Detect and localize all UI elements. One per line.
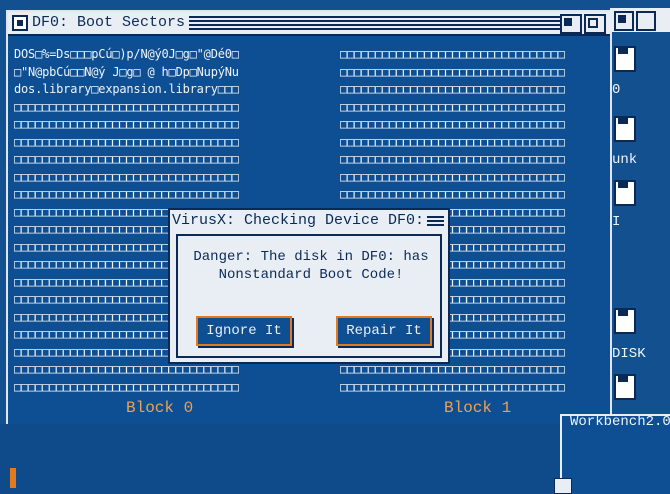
message-line-2: Nonstandard Boot Code! — [218, 267, 404, 283]
block-0-line: □□□□□□□□□□□□□□□□□□□□□□□□□□□□□□□□ — [14, 169, 239, 184]
screen-marker — [10, 468, 16, 488]
block-0-line: □□□□□□□□□□□□□□□□□□□□□□□□□□□□□□□□ — [14, 379, 239, 394]
block-1-line: □□□□□□□□□□□□□□□□□□□□□□□□□□□□□□□□ — [340, 187, 565, 201]
block-1-line: □□□□□□□□□□□□□□□□□□□□□□□□□□□□□□□□ — [340, 169, 565, 184]
block-0-line: □"N@pbCú□□N@ý J□g□ @ h□Dp□NupýNu — [14, 64, 239, 79]
ignore-button[interactable]: Ignore It — [196, 316, 292, 346]
workbench-titlebar — [610, 8, 670, 32]
workbench-zoom-gadget-icon[interactable] — [614, 11, 634, 31]
block-1-line: □□□□□□□□□□□□□□□□□□□□□□□□□□□□□□□□ — [340, 82, 565, 96]
titlebar-stripes — [186, 16, 560, 30]
block-0-line: DOS□%=Ds□□□pCú□)p/N@ý0J□g□"@Dé0□ — [14, 47, 239, 61]
block-1-line: □□□□□□□□□□□□□□□□□□□□□□□□□□□□□□□□ — [340, 99, 565, 114]
block-1-line: □□□□□□□□□□□□□□□□□□□□□□□□□□□□□□□□ — [340, 379, 565, 394]
block-0-line: □□□□□□□□□□□□□□□□□□□□□□□□□□□□□□□□ — [14, 134, 239, 149]
block-1-line: □□□□□□□□□□□□□□□□□□□□□□□□□□□□□□□□ — [340, 117, 565, 131]
block-0-line: dos.library□expansion.library□□□ — [14, 82, 239, 96]
requester-message: Danger: The disk in DF0: has Nonstandard… — [188, 248, 434, 284]
requester-body: Danger: The disk in DF0: has Nonstandard… — [176, 234, 442, 358]
disk-icon-3[interactable] — [614, 308, 636, 334]
virusx-requester: VirusX: Checking Device DF0: Danger: The… — [168, 208, 450, 364]
block-0-line: □□□□□□□□□□□□□□□□□□□□□□□□□□□□□□□□ — [14, 117, 239, 131]
disk-icon-2[interactable] — [614, 180, 636, 206]
block-1-line: □□□□□□□□□□□□□□□□□□□□□□□□□□□□□□□□ — [340, 64, 565, 79]
block-0-line: □□□□□□□□□□□□□□□□□□□□□□□□□□□□□□□□ — [14, 187, 239, 201]
disk-icon[interactable] — [614, 46, 636, 72]
block-1-line: □□□□□□□□□□□□□□□□□□□□□□□□□□□□□□□□ — [340, 47, 565, 61]
block-0-line: □□□□□□□□□□□□□□□□□□□□□□□□□□□□□□□□ — [14, 99, 239, 114]
requester-title: VirusX: Checking Device DF0: — [172, 212, 428, 229]
block-1-line: □□□□□□□□□□□□□□□□□□□□□□□□□□□□□□□□ — [340, 152, 565, 166]
workbench2-title: Workbench2.0 — [570, 414, 670, 430]
icon-label-unk: unk — [612, 152, 638, 168]
block-0-label: Block 0 — [126, 399, 194, 417]
message-line-1: Danger: The disk in DF0: has — [193, 249, 429, 265]
icon-label-0: 0 — [612, 82, 621, 98]
close-gadget-icon[interactable] — [12, 15, 28, 31]
depth-gadget-icon[interactable] — [584, 14, 606, 34]
icon-label-disk: DISK — [612, 346, 646, 362]
window-titlebar[interactable]: DF0: Boot Sectors — [8, 12, 610, 36]
icon-label-i: I — [612, 214, 621, 230]
trashcan-icon[interactable] — [614, 374, 636, 400]
window-title: DF0: Boot Sectors — [32, 14, 190, 31]
block-1-line: □□□□□□□□□□□□□□□□□□□□□□□□□□□□□□□□ — [340, 134, 565, 149]
repair-button[interactable]: Repair It — [336, 316, 432, 346]
block-0-line: □□□□□□□□□□□□□□□□□□□□□□□□□□□□□□□□ — [14, 152, 239, 166]
zoom-gadget-icon[interactable] — [560, 14, 582, 34]
file-icon[interactable] — [614, 116, 636, 142]
block-1-label: Block 1 — [444, 399, 512, 417]
workbench-depth-gadget-icon[interactable] — [636, 11, 656, 31]
